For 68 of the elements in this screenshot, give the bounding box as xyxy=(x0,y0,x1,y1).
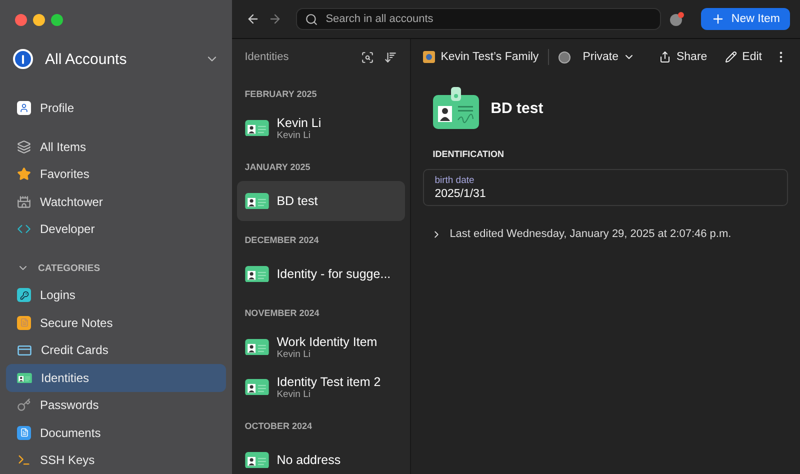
group-heading: FEBRUARY 2025 xyxy=(244,88,318,101)
section-heading: IDENTIFICATION xyxy=(432,148,506,161)
zoom-button[interactable] xyxy=(51,14,63,26)
sidebar-item[interactable]: Passwords xyxy=(6,392,226,420)
person-icon xyxy=(17,100,31,115)
list-item[interactable]: Identity - for sugge... xyxy=(236,254,405,294)
tower-icon xyxy=(17,194,31,209)
action-button[interactable]: Share xyxy=(653,51,714,63)
card-icon xyxy=(17,342,32,358)
sidebar-item[interactable]: Watchtower xyxy=(6,188,226,216)
list-item[interactable]: BD test xyxy=(236,181,405,221)
back-icon[interactable] xyxy=(246,12,260,26)
id-card-icon xyxy=(17,372,32,384)
sidebar-item[interactable]: Credit Cards xyxy=(6,336,226,364)
filter-search-icon[interactable] xyxy=(360,50,374,64)
sidebar-item[interactable]: Favorites xyxy=(6,160,226,188)
id-card-icon xyxy=(244,192,269,210)
plus-icon xyxy=(711,12,726,26)
search-bar[interactable]: Search in all accounts xyxy=(296,8,662,30)
last-edited-text: Last edited Wednesday, January 29, 2025 at 2:07:46 p.m. xyxy=(450,228,732,240)
sidebar-item[interactable]: Identities xyxy=(6,364,226,392)
list-title: Identities xyxy=(244,51,290,63)
id-card-icon xyxy=(432,87,479,129)
close-button[interactable] xyxy=(15,14,27,26)
id-card-icon xyxy=(244,452,269,468)
notification-icon[interactable] xyxy=(669,11,686,27)
search-field[interactable]: Search in all accounts xyxy=(324,12,652,26)
layers-icon xyxy=(17,140,31,154)
new-item-button[interactable]: New Item xyxy=(701,8,790,30)
id-card-icon xyxy=(244,120,269,136)
id-card-icon xyxy=(244,338,269,356)
terminal-icon xyxy=(17,453,31,468)
sidebar-item[interactable]: Profile xyxy=(6,94,226,122)
sidebar-item[interactable]: All Items xyxy=(6,132,226,160)
section-heading: CATEGORIES xyxy=(38,262,100,274)
list-item[interactable]: Work Identity Item Kevin Li xyxy=(236,327,405,367)
account-switcher[interactable]: All Accounts xyxy=(6,39,226,80)
sidebar-item[interactable]: Logins xyxy=(6,281,226,309)
share-icon xyxy=(659,51,672,63)
pencil-icon xyxy=(725,51,738,63)
star-icon xyxy=(17,167,31,182)
vault-name: Kevin Test’s Family xyxy=(440,51,539,63)
search-icon xyxy=(304,12,318,26)
group-heading: DECEMBER 2024 xyxy=(244,234,320,247)
list-item[interactable]: Kevin Li Kevin Li xyxy=(236,108,405,148)
key-icon xyxy=(17,398,31,412)
sidebar-item[interactable]: Developer xyxy=(6,215,226,243)
id-card-icon xyxy=(244,266,269,282)
logo-icon xyxy=(13,49,33,70)
group-heading: OCTOBER 2024 xyxy=(244,420,314,433)
privacy-dropdown[interactable]: Private xyxy=(576,51,642,63)
action-button[interactable]: Edit xyxy=(719,51,768,63)
forward-icon[interactable] xyxy=(268,12,282,26)
note-icon xyxy=(17,316,31,330)
list-item[interactable]: No address xyxy=(236,440,405,474)
sidebar-item[interactable]: Secure Notes xyxy=(6,309,226,337)
item-title: BD test xyxy=(490,100,544,116)
vault-icon xyxy=(422,51,435,63)
document-icon xyxy=(17,426,31,440)
group-heading: NOVEMBER 2024 xyxy=(244,307,320,320)
minimize-button[interactable] xyxy=(33,14,45,26)
detail-field[interactable]: birth date 2025/1/31 xyxy=(422,169,788,206)
group-heading: JANUARY 2025 xyxy=(244,161,312,174)
sidebar-item[interactable]: Documents xyxy=(6,419,226,447)
id-card-icon xyxy=(244,378,269,396)
list-item[interactable]: Identity Test item 2 Kevin Li xyxy=(236,367,405,407)
sidebar-item[interactable]: SSH Keys xyxy=(6,446,226,474)
sort-icon[interactable] xyxy=(384,50,397,64)
